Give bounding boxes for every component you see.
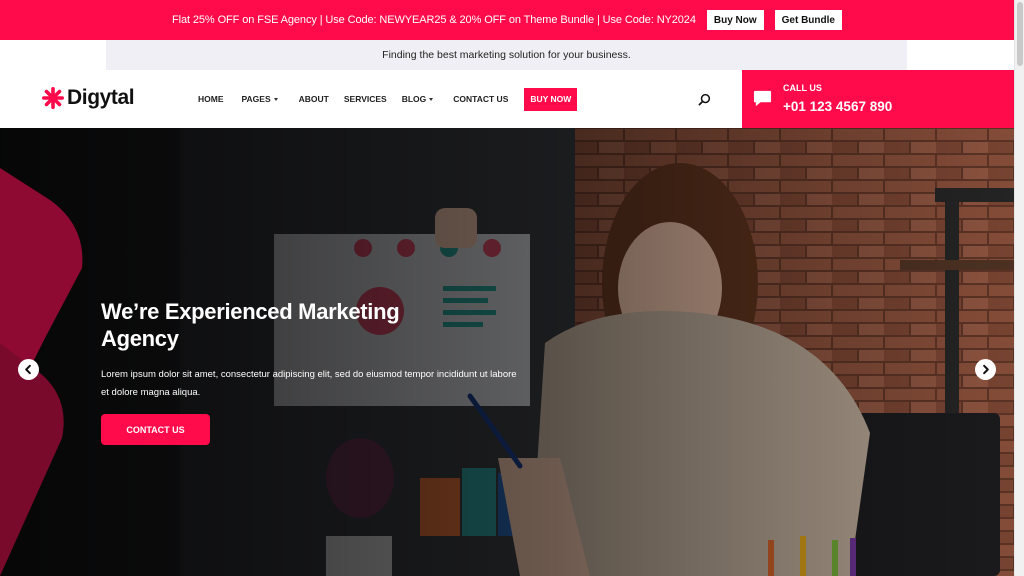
chevron-right-icon <box>983 364 989 375</box>
hero-background-image <box>0 128 1014 576</box>
nav-label: HOME <box>198 94 224 104</box>
hero-title: We’re Experienced Marketing Agency <box>101 299 400 351</box>
get-bundle-button[interactable]: Get Bundle <box>774 10 842 30</box>
promo-text: Flat 25% OFF on FSE Agency | Use Code: N… <box>172 14 696 26</box>
call-us-label: CALL US <box>783 83 822 93</box>
slider-next-button[interactable] <box>975 359 996 380</box>
nav-item-pages[interactable]: PAGES <box>242 94 278 104</box>
slider-prev-button[interactable] <box>18 359 39 380</box>
chevron-left-icon <box>25 364 31 375</box>
nav-item-blog[interactable]: BLOG <box>402 94 434 104</box>
call-us-box[interactable]: CALL US +01 123 4567 890 <box>742 70 1014 128</box>
page-scrollbar[interactable] <box>1014 0 1024 576</box>
nav-item-services[interactable]: SERVICES <box>344 94 387 104</box>
search-icon[interactable] <box>698 93 711 106</box>
tagline-strip: Finding the best marketing solution for … <box>106 40 907 70</box>
nav-label: CONTACT US <box>453 94 509 104</box>
nav-label: ABOUT <box>298 94 329 104</box>
chat-bubble-icon <box>753 90 772 107</box>
chevron-down-icon <box>429 97 434 101</box>
hero-slider: We’re Experienced Marketing Agency Lorem… <box>0 128 1014 576</box>
scrollbar-thumb[interactable] <box>1017 2 1023 66</box>
nav-label: BLOG <box>401 94 427 104</box>
nav-item-contact-us[interactable]: CONTACT US <box>453 94 508 104</box>
buy-now-button[interactable]: BUY NOW <box>524 87 578 111</box>
hero-description: Lorem ipsum dolor sit amet, consectetur … <box>101 369 517 398</box>
chevron-down-icon <box>273 97 278 101</box>
call-us-number[interactable]: +01 123 4567 890 <box>783 99 892 114</box>
buy-now-promo-button[interactable]: Buy Now <box>706 10 764 30</box>
main-nav: HOME PAGES ABOUT SERVICES BLOG CONTACT U… <box>198 87 578 111</box>
site-header: Digytal HOME PAGES ABOUT SERVICES BLOG C… <box>0 70 1014 128</box>
nav-label: PAGES <box>241 94 271 104</box>
promo-bar: Flat 25% OFF on FSE Agency | Use Code: N… <box>0 0 1014 40</box>
nav-item-home[interactable]: HOME <box>198 94 224 104</box>
nav-label: SERVICES <box>343 94 387 104</box>
tagline-text: Finding the best marketing solution for … <box>382 49 631 61</box>
logo-text: Digytal <box>67 86 135 109</box>
nav-item-about[interactable]: ABOUT <box>299 94 329 104</box>
asterisk-logo-icon <box>42 87 64 109</box>
site-logo[interactable]: Digytal <box>41 86 135 110</box>
contact-us-button[interactable]: CONTACT US <box>101 414 210 445</box>
